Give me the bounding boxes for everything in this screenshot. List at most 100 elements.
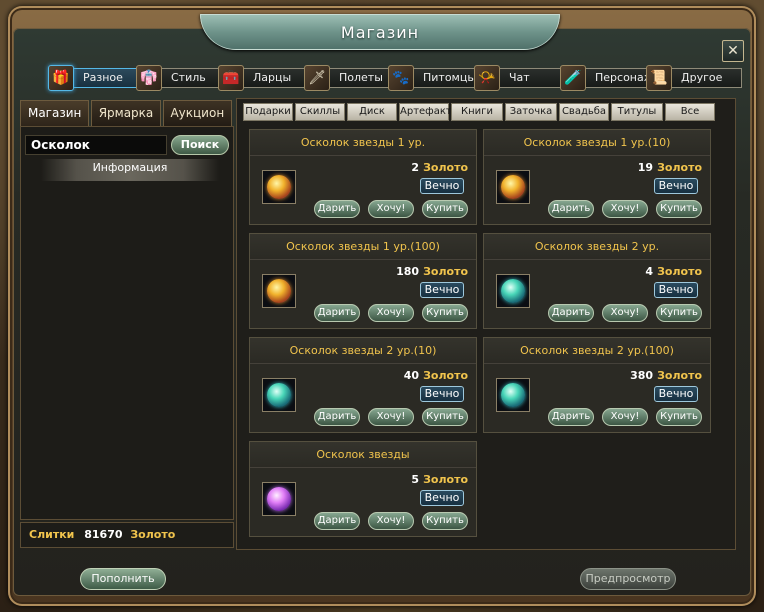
balance-label: Слитки: [29, 528, 75, 541]
tab-1[interactable]: Ярмарка: [91, 100, 161, 126]
buy-button[interactable]: Купить: [656, 304, 702, 322]
gift-button[interactable]: Дарить: [314, 200, 360, 218]
item-name: Осколок звезды 1 ур.(10): [484, 130, 710, 156]
duration-badge[interactable]: Вечно: [420, 490, 464, 506]
item-price: 40 Золото: [404, 368, 468, 384]
item-price: 4 Золото: [645, 264, 702, 280]
item-slot[interactable]: [262, 482, 296, 516]
price-value: 180: [396, 265, 420, 278]
duration-badge[interactable]: Вечно: [420, 178, 464, 194]
sword-flight-icon: 🗡: [304, 65, 330, 91]
category-7[interactable]: 📜 Другое: [646, 65, 742, 91]
item-slot[interactable]: [496, 274, 530, 308]
balance-bar: Слитки 81670 Золото: [20, 522, 234, 548]
item-slot[interactable]: [496, 170, 530, 204]
duration-badge[interactable]: Вечно: [420, 282, 464, 298]
info-header: Информация: [41, 159, 219, 181]
buy-button[interactable]: Купить: [422, 512, 468, 530]
item-price: 2 Золото: [411, 160, 468, 176]
item-name: Осколок звезды 1 ур.: [250, 130, 476, 156]
gift-button[interactable]: Дарить: [314, 304, 360, 322]
gift-button[interactable]: Дарить: [314, 512, 360, 530]
window-title: Магазин: [340, 22, 420, 42]
gift-button[interactable]: Дарить: [548, 200, 594, 218]
duration-badge[interactable]: Вечно: [654, 386, 698, 402]
item-card: Осколок звезды 2 ур. 4 Золото Вечно Дарить Хо…: [483, 233, 711, 329]
duration-badge[interactable]: Вечно: [420, 386, 464, 402]
item-slot[interactable]: [262, 170, 296, 204]
item-price: 180 Золото: [396, 264, 468, 280]
gift-box-icon: 🎁: [48, 65, 74, 91]
wish-button[interactable]: Хочу!: [602, 304, 648, 322]
item-name: Осколок звезды 2 ур.: [484, 234, 710, 260]
price-value: 380: [630, 369, 654, 382]
price-value: 2: [411, 161, 420, 174]
duration-badge[interactable]: Вечно: [654, 282, 698, 298]
category-bar: 🎁 Разное 👘 Стиль 🧰 Ларцы 🗡 Полеты 🐾 Питомцы 📯 Чат 🧪 П…: [48, 62, 742, 94]
category-2[interactable]: 🧰 Ларцы: [218, 65, 314, 91]
star-shard-icon: [267, 487, 291, 511]
price-value: 40: [403, 369, 420, 382]
chat-horn-icon: 📯: [474, 65, 500, 91]
topup-button[interactable]: Пополнить: [80, 568, 166, 590]
balance-value: 81670: [84, 528, 123, 541]
price-value: 5: [411, 473, 420, 486]
gift-button[interactable]: Дарить: [314, 408, 360, 426]
duration-badge[interactable]: Вечно: [654, 178, 698, 194]
character-icon: 🧪: [560, 65, 586, 91]
wish-button[interactable]: Хочу!: [368, 512, 414, 530]
gift-button[interactable]: Дарить: [548, 408, 594, 426]
buy-button[interactable]: Купить: [656, 200, 702, 218]
wish-button[interactable]: Хочу!: [368, 200, 414, 218]
wish-button[interactable]: Хочу!: [602, 200, 648, 218]
fashion-icon: 👘: [136, 65, 162, 91]
item-card: Осколок звезды 2 ур.(100) 380 Золото Вечно Д…: [483, 337, 711, 433]
buy-button[interactable]: Купить: [422, 408, 468, 426]
price-currency: Золото: [657, 369, 702, 382]
price-value: 4: [645, 265, 654, 278]
star-shard-icon: [501, 383, 525, 407]
close-button[interactable]: ✕: [722, 40, 744, 62]
pet-icon: 🐾: [388, 65, 414, 91]
left-tab-bar: Магазин Ярмарка Аукцион: [20, 100, 234, 126]
category-label: Разное: [70, 68, 144, 88]
star-shard-icon: [267, 175, 291, 199]
item-slot[interactable]: [262, 378, 296, 412]
search-input[interactable]: [25, 135, 167, 155]
item-card: Осколок звезды 1 ур.(100) 180 Золото Вечно Д…: [249, 233, 477, 329]
category-label: Другое: [668, 68, 742, 88]
item-card: Осколок звезды 1 ур. 2 Золото Вечно Дарить Хо…: [249, 129, 477, 225]
wish-button[interactable]: Хочу!: [602, 408, 648, 426]
scroll-icon: 📜: [646, 65, 672, 91]
buy-button[interactable]: Купить: [656, 408, 702, 426]
star-shard-icon: [501, 175, 525, 199]
price-currency: Золото: [423, 473, 468, 486]
price-currency: Золото: [657, 265, 702, 278]
gift-button[interactable]: Дарить: [548, 304, 594, 322]
search-button[interactable]: Поиск: [171, 135, 229, 155]
item-card: Осколок звезды 5 Золото Вечно Дарить Хочу! Куп…: [249, 441, 477, 537]
category-label: Ларцы: [240, 68, 314, 88]
item-slot[interactable]: [262, 274, 296, 308]
balance-currency: Золото: [130, 528, 176, 541]
left-panel: Поиск Информация: [20, 126, 234, 520]
title-bar: Магазин: [200, 14, 560, 50]
wish-button[interactable]: Хочу!: [368, 304, 414, 322]
item-name: Осколок звезды 2 ур.(10): [250, 338, 476, 364]
item-price: 19 Золото: [638, 160, 702, 176]
tab-0[interactable]: Магазин: [20, 100, 90, 126]
wish-button[interactable]: Хочу!: [368, 408, 414, 426]
category-0[interactable]: 🎁 Разное: [48, 65, 144, 91]
price-currency: Золото: [423, 265, 468, 278]
price-value: 19: [637, 161, 654, 174]
buy-button[interactable]: Купить: [422, 200, 468, 218]
item-grid: Осколок звезды 1 ур. 2 Золото Вечно Дарить Хо…: [237, 99, 735, 549]
buy-button[interactable]: Купить: [422, 304, 468, 322]
price-currency: Золото: [423, 369, 468, 382]
preview-button[interactable]: Предпросмотр: [580, 568, 676, 590]
item-price: 380 Золото: [630, 368, 702, 384]
item-name: Осколок звезды 1 ур.(100): [250, 234, 476, 260]
tab-2[interactable]: Аукцион: [162, 100, 232, 126]
star-shard-icon: [501, 279, 525, 303]
item-slot[interactable]: [496, 378, 530, 412]
